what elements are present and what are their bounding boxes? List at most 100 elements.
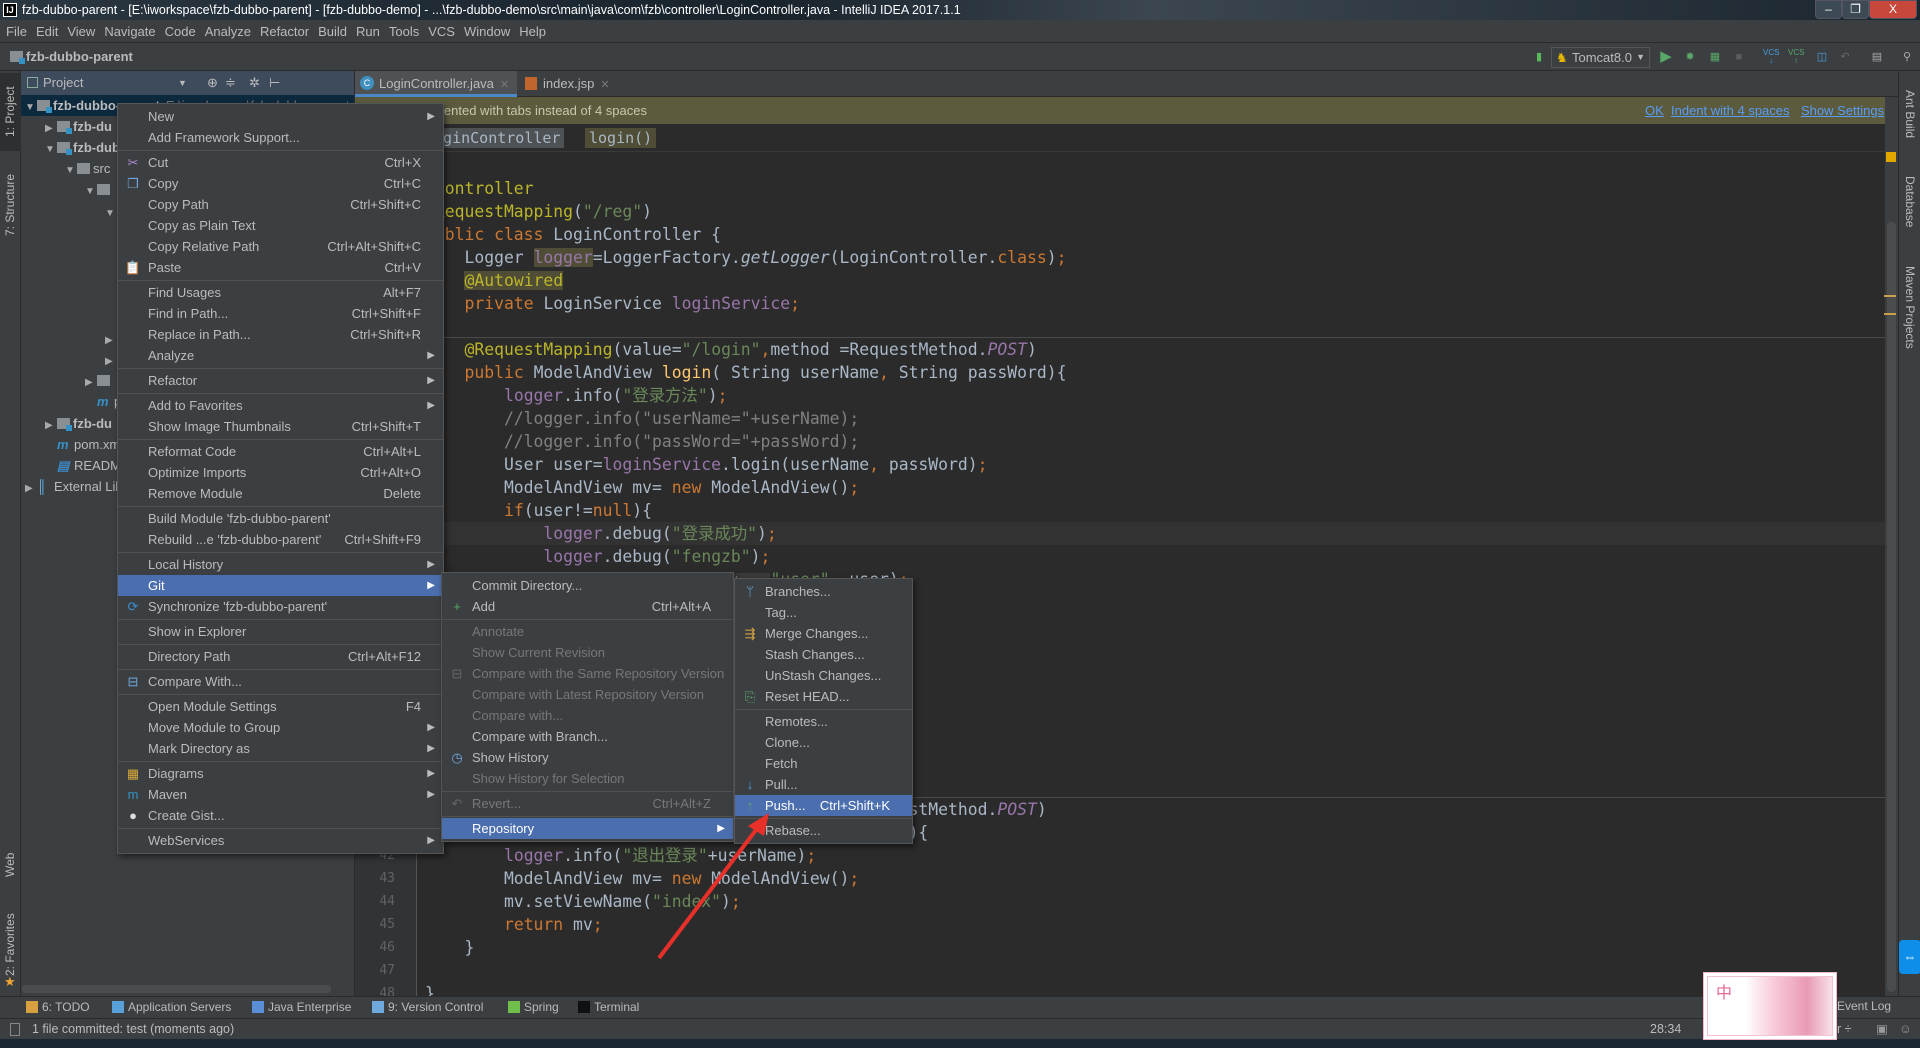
menu-item-push[interactable]: ↑ Push... Ctrl+Shift+K (735, 795, 912, 816)
tool-application-servers[interactable]: Application Servers (112, 1000, 231, 1014)
menu-item-optimize-imports[interactable]: Optimize Imports Ctrl+Alt+O (118, 462, 443, 483)
menu-window[interactable]: Window (464, 24, 510, 39)
ime-mode[interactable]: 中 (1716, 979, 1732, 1003)
menu-item-replace-in-path[interactable]: Replace in Path... Ctrl+Shift+R (118, 324, 443, 345)
tool-9-version-control[interactable]: 9: Version Control (372, 1000, 483, 1014)
teamviewer-icon[interactable]: ⇔ (1899, 940, 1920, 974)
tool-favorites[interactable]: 2: Favorites (0, 905, 21, 985)
menu-item-cut[interactable]: ✂ Cut Ctrl+X (118, 152, 443, 173)
tool-6-todo[interactable]: 6: TODO (26, 1000, 90, 1014)
tab-index-jsp[interactable]: index.jsp ✕ (519, 71, 611, 97)
hide-panel-icon[interactable]: ⊢ (269, 71, 280, 95)
menu-item-copy-relative-path[interactable]: Copy Relative Path Ctrl+Alt+Shift+C (118, 236, 443, 257)
menu-item-show-history-for-selection[interactable]: Show History for Selection (442, 768, 733, 789)
vcs-commit-icon[interactable]: VCS ↑ (1788, 49, 1804, 65)
collapse-arrow-icon[interactable]: ▶ (85, 372, 97, 393)
menu-item-clone[interactable]: Clone... (735, 732, 912, 753)
tool-ant-build[interactable]: Ant Build (1899, 79, 1920, 149)
caret-position[interactable]: 28:34 (1650, 1019, 1681, 1040)
menu-item-add-framework-support[interactable]: Add Framework Support... (118, 127, 443, 148)
maximize-button[interactable]: ❐ (1842, 0, 1869, 19)
menu-item-directory-path[interactable]: Directory Path Ctrl+Alt+F12 (118, 646, 443, 667)
minimize-button[interactable]: – (1815, 0, 1842, 19)
menu-refactor[interactable]: Refactor (260, 24, 309, 39)
ok-link[interactable]: OK (1645, 97, 1664, 124)
menu-vcs[interactable]: VCS (428, 24, 455, 39)
menu-item-diagrams[interactable]: ▦ Diagrams ▶ (118, 763, 443, 784)
close-tab-icon[interactable]: ✕ (600, 79, 609, 91)
event-log-button[interactable]: Event Log (1837, 999, 1891, 1013)
expand-arrow-icon[interactable]: ▼ (65, 160, 77, 181)
menu-navigate[interactable]: Navigate (104, 24, 155, 39)
menu-item-commit-directory[interactable]: Commit Directory... (442, 575, 733, 596)
run-icon[interactable]: ▶ (1658, 49, 1674, 65)
breadcrumb-method[interactable]: login() (585, 128, 657, 148)
expand-arrow-icon[interactable]: ▼ (25, 97, 37, 118)
lock-icon[interactable]: ▣ (1876, 1019, 1888, 1040)
menu-code[interactable]: Code (165, 24, 196, 39)
stop-icon[interactable]: ■ (1731, 49, 1747, 65)
editor-scrollbar[interactable] (1887, 222, 1896, 992)
tab-logincontroller[interactable]: C LoginController.java ✕ (355, 71, 517, 97)
menu-item-annotate[interactable]: Annotate (442, 621, 733, 642)
tool-database[interactable]: Database (1899, 167, 1920, 237)
tool-windows-icon[interactable] (10, 1023, 20, 1036)
menu-item-show-current-revision[interactable]: Show Current Revision (442, 642, 733, 663)
menu-item-new[interactable]: New ▶ (118, 106, 443, 127)
menu-item-compare-with-the-same-repository-version[interactable]: ⊟ Compare with the Same Repository Versio… (442, 663, 733, 684)
tool-spring[interactable]: Spring (508, 1000, 559, 1014)
warning-marker[interactable] (1886, 152, 1896, 162)
menu-help[interactable]: Help (519, 24, 546, 39)
show-settings-link[interactable]: Show Settings (1801, 97, 1884, 124)
expand-arrow-icon[interactable]: ▼ (45, 139, 57, 160)
menu-file[interactable]: File (6, 24, 27, 39)
search-icon[interactable]: ⚲ (1899, 49, 1915, 65)
menu-item-build-module-fzb-dubbo-parent[interactable]: Build Module 'fzb-dubbo-parent' (118, 508, 443, 529)
tool-structure[interactable]: 7: Structure (0, 165, 21, 245)
collapse-arrow-icon[interactable]: ▶ (45, 415, 57, 436)
menu-item-fetch[interactable]: Fetch (735, 753, 912, 774)
error-stripe-mark[interactable] (1884, 313, 1896, 315)
menu-item-remove-module[interactable]: Remove Module Delete (118, 483, 443, 504)
collapse-arrow-icon[interactable]: ▶ (105, 330, 117, 351)
menu-item-add[interactable]: + Add Ctrl+Alt+A (442, 596, 733, 617)
menu-item-refactor[interactable]: Refactor ▶ (118, 370, 443, 391)
collapse-arrow-icon[interactable]: ▶ (45, 118, 57, 139)
menu-item-reformat-code[interactable]: Reformat Code Ctrl+Alt+L (118, 441, 443, 462)
tool-maven-projects[interactable]: Maven Projects (1899, 255, 1920, 359)
menu-item-branches[interactable]: ᛘ Branches... (735, 581, 912, 602)
menu-item-compare-with[interactable]: Compare with... (442, 705, 733, 726)
menu-item-compare-with-latest-repository-version[interactable]: Compare with Latest Repository Version (442, 684, 733, 705)
indent-with-4-spaces-link[interactable]: Indent with 4 spaces (1671, 97, 1790, 124)
menu-item-compare-with-branch[interactable]: Compare with Branch... (442, 726, 733, 747)
menu-analyze[interactable]: Analyze (205, 24, 251, 39)
vcs-history-icon[interactable]: ◫ (1814, 49, 1830, 65)
menu-item-reset-head[interactable]: ⎘ Reset HEAD... (735, 686, 912, 707)
menu-item-find-usages[interactable]: Find Usages Alt+F7 (118, 282, 443, 303)
expand-arrow-icon[interactable]: ▼ (85, 181, 97, 202)
menu-item-paste[interactable]: 📋 Paste Ctrl+V (118, 257, 443, 278)
debug-icon[interactable]: ✸ (1682, 49, 1698, 65)
revert-icon[interactable]: ↶ (1837, 49, 1853, 65)
error-stripe-mark[interactable] (1884, 295, 1896, 297)
menu-tools[interactable]: Tools (389, 24, 419, 39)
tool-java-enterprise[interactable]: Java Enterprise (252, 1000, 351, 1014)
menu-item-find-in-path[interactable]: Find in Path... Ctrl+Shift+F (118, 303, 443, 324)
menu-item-show-image-thumbnails[interactable]: Show Image Thumbnails Ctrl+Shift+T (118, 416, 443, 437)
menu-item-analyze[interactable]: Analyze ▶ (118, 345, 443, 366)
menu-item-unstash-changes[interactable]: UnStash Changes... (735, 665, 912, 686)
menu-item-move-module-to-group[interactable]: Move Module to Group ▶ (118, 717, 443, 738)
menu-item-merge-changes[interactable]: ⇶ Merge Changes... (735, 623, 912, 644)
menu-item-open-module-settings[interactable]: Open Module Settings F4 (118, 696, 443, 717)
menu-item-revert[interactable]: ↶ Revert... Ctrl+Alt+Z (442, 793, 733, 814)
menu-item-compare-with[interactable]: ⊟ Compare With... (118, 671, 443, 692)
nav-project[interactable]: fzb-dubbo-parent (10, 49, 133, 64)
collapse-arrow-icon[interactable]: ▶ (25, 478, 37, 499)
menu-item-show-in-explorer[interactable]: Show in Explorer (118, 621, 443, 642)
menu-item-rebase[interactable]: Rebase... (735, 820, 912, 841)
project-structure-icon[interactable]: ▤ (1869, 49, 1885, 65)
menu-item-tag[interactable]: Tag... (735, 602, 912, 623)
collapse-arrow-icon[interactable]: ▶ (105, 351, 117, 372)
tool-web[interactable]: Web (0, 845, 21, 885)
menu-item-synchronize-fzb-dubbo-parent[interactable]: ⟳ Synchronize 'fzb-dubbo-parent' (118, 596, 443, 617)
